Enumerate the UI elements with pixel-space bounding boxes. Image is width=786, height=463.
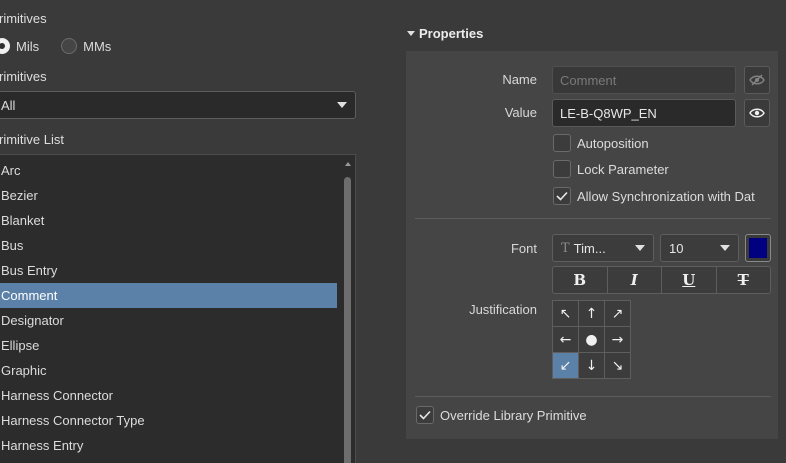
properties-header[interactable]: Properties: [407, 26, 483, 41]
list-item-bus[interactable]: Bus: [0, 233, 337, 258]
font-color-swatch: [749, 238, 767, 258]
chevron-down-icon: [720, 245, 730, 251]
mils-radio-label[interactable]: Mils: [16, 39, 39, 54]
eye-off-icon: [749, 74, 765, 86]
override-library-checkbox[interactable]: [416, 406, 434, 424]
justify-center-left-button[interactable]: ←: [553, 327, 578, 352]
justification-grid: ↖ ↑ ↗ ← ● → ↙ ↓ ↘: [552, 300, 631, 379]
list-item-harness-connector-type[interactable]: Harness Connector Type: [0, 408, 337, 433]
units-radio-group: Mils MMs: [0, 38, 127, 54]
value-text: LE-B-Q8WP_EN: [560, 105, 657, 121]
font-style-bar: B I U T: [552, 266, 771, 294]
justify-center-right-button[interactable]: →: [605, 327, 630, 352]
font-family-value: Tim...: [573, 240, 606, 256]
list-item-graphic[interactable]: Graphic: [0, 358, 337, 383]
name-visibility-button[interactable]: [744, 66, 770, 94]
value-visibility-button[interactable]: [744, 99, 770, 127]
justify-top-right-button[interactable]: ↗: [605, 301, 630, 326]
mms-radio[interactable]: [61, 38, 78, 54]
name-placeholder: Comment: [560, 72, 617, 88]
chevron-down-icon: [337, 102, 347, 108]
value-label: Value: [504, 105, 537, 120]
list-item-arc[interactable]: Arc: [0, 158, 337, 183]
list-scrollbar-thumb[interactable]: [344, 177, 351, 463]
list-item-blanket[interactable]: Blanket: [0, 208, 337, 233]
name-label: Name: [502, 72, 537, 87]
mils-radio[interactable]: [0, 38, 10, 54]
allow-sync-label[interactable]: Allow Synchronization with Dat: [577, 189, 755, 204]
justification-label: Justification: [469, 302, 537, 317]
primitives-filter-value: All: [1, 97, 16, 113]
chevron-down-icon: [635, 245, 645, 251]
lock-parameter-checkbox[interactable]: [553, 160, 571, 178]
primitives-filter-dropdown[interactable]: All: [0, 91, 356, 119]
primitive-list[interactable]: Arc Bezier Blanket Bus Bus Entry Comment…: [0, 154, 356, 463]
autoposition-checkbox[interactable]: [553, 134, 571, 152]
strikethrough-button[interactable]: T: [717, 267, 771, 293]
list-item-bezier[interactable]: Bezier: [0, 183, 337, 208]
autoposition-row[interactable]: Autoposition: [553, 134, 649, 152]
units-section-label: rimitives: [0, 11, 47, 26]
eye-icon: [749, 108, 765, 118]
list-item-bus-entry[interactable]: Bus Entry: [0, 258, 337, 283]
list-item-ellipse[interactable]: Ellipse: [0, 333, 337, 358]
font-label: Font: [510, 241, 537, 256]
checkmark-icon: [556, 191, 568, 201]
section-divider: [415, 218, 771, 219]
checkmark-icon: [419, 410, 431, 420]
mms-radio-label[interactable]: MMs: [83, 39, 111, 54]
italic-button[interactable]: I: [608, 267, 662, 293]
justify-bottom-left-button[interactable]: ↙: [553, 353, 578, 378]
justify-top-left-button[interactable]: ↖: [553, 301, 578, 326]
name-field[interactable]: Comment: [552, 66, 736, 94]
list-item-comment[interactable]: Comment: [0, 283, 337, 308]
allow-sync-checkbox[interactable]: [553, 187, 571, 205]
allow-sync-row[interactable]: Allow Synchronization with Dat: [553, 187, 755, 205]
properties-title: Properties: [419, 26, 484, 41]
override-library-row[interactable]: Override Library Primitive: [416, 406, 587, 424]
list-item-harness-entry[interactable]: Harness Entry: [0, 433, 337, 458]
font-type-icon: T: [561, 240, 570, 256]
lock-parameter-label[interactable]: Lock Parameter: [577, 162, 669, 177]
font-size-dropdown[interactable]: 10: [660, 234, 739, 262]
font-color-button[interactable]: [745, 234, 771, 262]
list-item-harness-connector[interactable]: Harness Connector: [0, 383, 337, 408]
font-family-dropdown[interactable]: T Tim...: [552, 234, 654, 262]
override-library-label[interactable]: Override Library Primitive: [440, 408, 587, 423]
primitives-filter-label: rimitives: [0, 69, 47, 84]
primitive-list-label: rimitive List: [0, 132, 65, 147]
autoposition-label[interactable]: Autoposition: [577, 136, 649, 151]
underline-button[interactable]: U: [662, 267, 717, 293]
scroll-up-arrow-icon[interactable]: [345, 162, 351, 166]
collapse-triangle-icon: [407, 31, 415, 36]
justify-bottom-right-button[interactable]: ↘: [605, 353, 630, 378]
list-item-designator[interactable]: Designator: [0, 308, 337, 333]
justify-center-button[interactable]: ●: [579, 327, 604, 352]
bold-button[interactable]: B: [553, 267, 608, 293]
justify-top-center-button[interactable]: ↑: [579, 301, 604, 326]
font-size-value: 10: [669, 240, 684, 256]
section-divider: [415, 396, 771, 397]
justify-bottom-center-button[interactable]: ↓: [579, 353, 604, 378]
lock-parameter-row[interactable]: Lock Parameter: [553, 160, 669, 178]
value-field[interactable]: LE-B-Q8WP_EN: [552, 99, 736, 127]
